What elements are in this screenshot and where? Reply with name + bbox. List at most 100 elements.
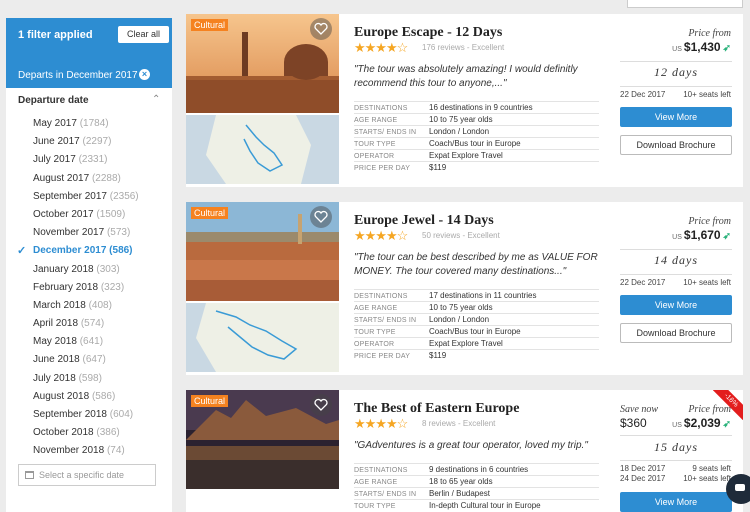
month-option[interactable]: October 2017 (1509) xyxy=(6,206,172,224)
active-filter-tag: Departs in December 2017 xyxy=(18,70,138,81)
sort-dropdown[interactable] xyxy=(627,0,743,8)
month-option[interactable]: June 2017 (2297) xyxy=(6,133,172,151)
heart-icon[interactable] xyxy=(310,394,332,416)
month-option[interactable]: March 2018 (408) xyxy=(6,297,172,315)
month-label: September 2018 xyxy=(33,409,107,420)
checkmark-icon: ✓ xyxy=(17,245,27,258)
month-option[interactable]: November 2017 (573) xyxy=(6,224,172,242)
month-count: (74) xyxy=(106,445,125,457)
tour-route-map[interactable] xyxy=(186,115,339,184)
review-count[interactable]: 8 reviews - Excellent xyxy=(422,419,495,428)
chat-icon[interactable] xyxy=(726,474,750,504)
month-option[interactable]: July 2018 (598) xyxy=(6,370,172,388)
month-label: December 2017 xyxy=(33,245,107,257)
month-option[interactable]: April 2018 (574) xyxy=(6,315,172,333)
month-label: August 2017 xyxy=(33,172,90,184)
download-brochure-button[interactable]: Download Brochure xyxy=(620,323,732,343)
month-label: July 2018 xyxy=(33,372,76,384)
divider xyxy=(354,313,599,314)
month-option[interactable]: November 2018 (74) xyxy=(6,442,172,460)
detail-age-range: AGE RANGE 10 to 75 year olds xyxy=(354,115,493,124)
remove-filter-icon[interactable]: × xyxy=(139,69,150,80)
month-count: (604) xyxy=(109,409,134,420)
tour-card: Cultural -16% The Best of Eastern Europe… xyxy=(186,390,743,512)
tour-price: US $2,039 ➶ xyxy=(672,416,731,430)
category-badge: Cultural xyxy=(191,395,229,407)
divider xyxy=(354,349,599,350)
tour-name[interactable]: Europe Jewel - 14 Days xyxy=(354,213,494,229)
divider xyxy=(354,149,599,150)
month-option[interactable]: January 2018 (303) xyxy=(6,261,172,279)
divider xyxy=(620,249,732,250)
month-label: May 2018 xyxy=(33,336,77,348)
detail-starts-ends: STARTS/ ENDS IN London / London xyxy=(354,127,490,136)
month-option[interactable]: August 2017 (2288) xyxy=(6,170,172,188)
tour-name[interactable]: The Best of Eastern Europe xyxy=(354,401,519,417)
review-count[interactable]: 50 reviews - Excellent xyxy=(422,231,500,240)
view-more-button[interactable]: View More xyxy=(620,107,732,127)
month-option[interactable]: August 2018 (586) xyxy=(6,388,172,406)
applied-filters-panel: 1 filter applied Clear all Departs in De… xyxy=(6,18,172,88)
month-option[interactable]: May 2017 (1784) xyxy=(6,115,172,133)
month-label: March 2018 xyxy=(33,299,86,311)
divider xyxy=(354,289,599,290)
divider xyxy=(354,301,599,302)
price-from-label: Price from xyxy=(688,404,731,415)
heart-icon[interactable] xyxy=(310,18,332,40)
month-option[interactable]: July 2017 (2331) xyxy=(6,151,172,169)
month-option[interactable]: June 2018 (647) xyxy=(6,351,172,369)
detail-tour-type: TOUR TYPE Coach/Bus tour in Europe xyxy=(354,327,521,336)
detail-age-range: AGE RANGE 18 to 65 year olds xyxy=(354,477,493,486)
month-option[interactable]: September 2017 (2356) xyxy=(6,188,172,206)
divider xyxy=(620,86,732,87)
month-count: (2331) xyxy=(78,154,108,166)
heart-icon[interactable] xyxy=(310,206,332,228)
detail-price-per-day: PRICE PER DAY $119 xyxy=(354,163,447,172)
departure-date-title: Departure date xyxy=(18,95,89,106)
tour-photo[interactable]: Cultural xyxy=(186,14,339,113)
star-rating: ★★★★☆ xyxy=(354,40,408,55)
view-more-button[interactable]: View More xyxy=(620,295,732,315)
month-label: September 2017 xyxy=(33,190,107,202)
detail-tour-type: TOUR TYPE Coach/Bus tour in Europe xyxy=(354,139,521,148)
departure-date: 24 Dec 2017 xyxy=(620,474,666,483)
review-quote: "GAdventures is a great tour operator, l… xyxy=(354,440,588,451)
download-brochure-button[interactable]: Download Brochure xyxy=(620,135,732,155)
detail-operator: OPERATOR Expat Explore Travel xyxy=(354,151,503,160)
divider xyxy=(354,325,599,326)
month-label: November 2018 xyxy=(33,445,105,457)
review-count[interactable]: 176 reviews - Excellent xyxy=(422,43,504,52)
chevron-up-icon[interactable]: ⌃ xyxy=(152,94,160,105)
month-option[interactable]: September 2018 (604) xyxy=(6,406,172,424)
month-label: May 2017 xyxy=(33,118,77,129)
seats-left: 10+ seats left xyxy=(683,474,731,483)
month-option[interactable]: May 2018 (641) xyxy=(6,333,172,351)
tour-name[interactable]: Europe Escape - 12 Days xyxy=(354,25,502,41)
calendar-icon xyxy=(25,471,34,479)
month-count: (408) xyxy=(88,299,112,311)
month-option[interactable]: October 2018 (386) xyxy=(6,424,172,442)
month-count: (586) xyxy=(91,390,116,402)
divider xyxy=(354,475,599,476)
detail-price-per-day: PRICE PER DAY $119 xyxy=(354,351,447,360)
tour-duration: 12 days xyxy=(654,65,698,79)
clear-all-button[interactable]: Clear all xyxy=(118,26,169,43)
filters-applied-title: 1 filter applied xyxy=(18,29,93,41)
specific-date-input[interactable]: Select a specific date xyxy=(18,464,156,486)
verified-icon: ➶ xyxy=(722,231,731,242)
save-amount: $360 xyxy=(620,416,647,430)
tour-photo[interactable]: Cultural xyxy=(186,202,339,301)
month-label: July 2017 xyxy=(33,154,76,166)
month-label: June 2018 xyxy=(33,354,80,366)
departure-date-panel: Departure date ⌃ May 2017 (1784) June 201… xyxy=(6,88,172,512)
tour-duration: 14 days xyxy=(654,253,698,267)
month-option[interactable]: February 2018 (323) xyxy=(6,279,172,297)
tour-route-map[interactable] xyxy=(186,303,339,372)
tour-card: Cultural Europe Jewel - 14 Days ★★★★☆ 50… xyxy=(186,202,743,375)
month-option[interactable]: ✓ December 2017 (586) xyxy=(6,242,172,260)
detail-starts-ends: STARTS/ ENDS IN London / London xyxy=(354,315,490,324)
review-quote: "The tour can be best described by me as… xyxy=(354,252,598,277)
month-count: (2297) xyxy=(82,136,112,148)
view-more-button[interactable]: View More xyxy=(620,492,732,512)
tour-photo[interactable]: Cultural xyxy=(186,390,339,489)
